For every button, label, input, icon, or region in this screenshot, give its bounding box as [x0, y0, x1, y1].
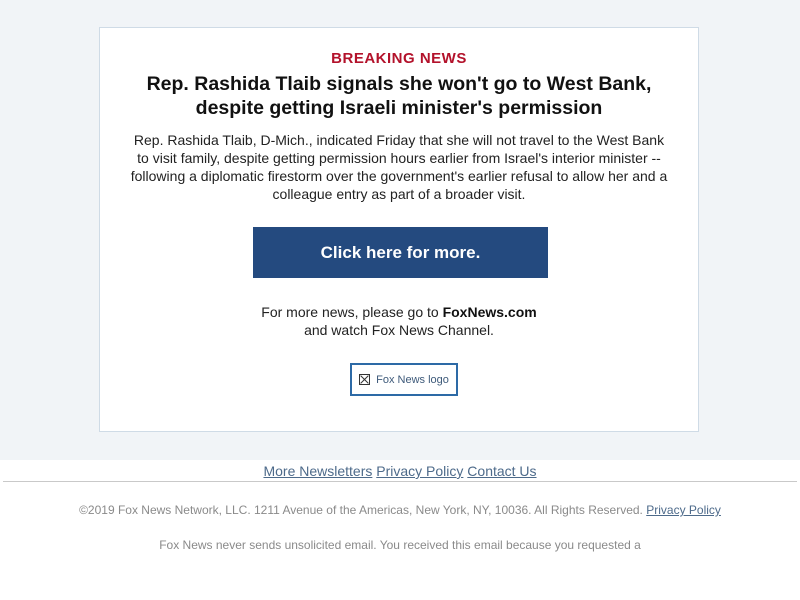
breaking-news-card: BREAKING NEWS Rep. Rashida Tlaib signals… [99, 27, 699, 432]
more-news-prefix: For more news, please go to [261, 304, 443, 320]
footer-links: More Newsletters Privacy Policy Contact … [0, 463, 800, 479]
footer-divider [3, 481, 797, 482]
article-summary: Rep. Rashida Tlaib, D-Mich., indicated F… [130, 132, 668, 202]
contact-us-link[interactable]: Contact Us [467, 463, 536, 479]
email-disclaimer: Fox News never sends unsolicited email. … [159, 538, 641, 552]
more-news-text: For more news, please go to FoxNews.com … [100, 303, 698, 339]
breaking-news-label: BREAKING NEWS [331, 50, 467, 67]
headline: Rep. Rashida Tlaib signals she won't go … [146, 73, 652, 119]
watch-channel-text: and watch Fox News Channel. [304, 322, 494, 338]
copyright-text: ©2019 Fox News Network, LLC. 1211 Avenue… [0, 503, 800, 517]
fox-news-logo[interactable]: Fox News logo [350, 363, 458, 396]
more-newsletters-link[interactable]: More Newsletters [263, 463, 372, 479]
broken-image-icon [359, 374, 371, 385]
privacy-policy-link[interactable]: Privacy Policy [376, 463, 463, 479]
foxnews-link[interactable]: FoxNews.com [443, 304, 537, 320]
copyright-line: ©2019 Fox News Network, LLC. 1211 Avenue… [79, 503, 643, 517]
footer-privacy-policy-link[interactable]: Privacy Policy [646, 503, 721, 517]
logo-alt-text: Fox News logo [376, 373, 449, 386]
click-for-more-button[interactable]: Click here for more. [253, 227, 548, 278]
